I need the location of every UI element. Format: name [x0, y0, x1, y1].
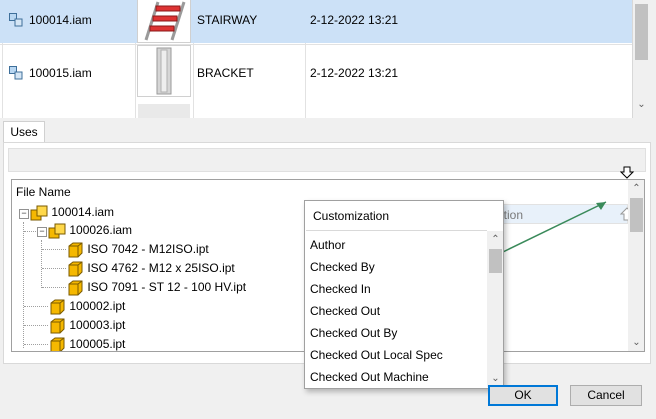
scrollbar-thumb[interactable] [635, 4, 648, 60]
tree-connector [42, 268, 66, 269]
result-description: STAIRWAY [197, 13, 258, 27]
scrollbar-thumb[interactable] [489, 249, 502, 273]
result-filename: 100015.iam [29, 66, 92, 80]
tree-item[interactable]: 100002.ipt [48, 297, 125, 315]
tree-connector [24, 306, 48, 307]
results-grid: 100014.iam STAIRWAY 2-12-2022 13:21 1000… [0, 0, 633, 118]
assembly-icon [9, 66, 23, 80]
customization-title: Customization [313, 209, 390, 223]
grid-row-divider [0, 44, 632, 45]
scroll-up-arrow-icon[interactable]: ⌃ [628, 180, 645, 197]
tree-item-label: 100002.ipt [69, 299, 126, 313]
customization-field-list: Author Checked By Checked In Checked Out… [306, 230, 487, 388]
scroll-down-arrow-icon[interactable]: ⌄ [633, 96, 650, 113]
tree-item[interactable]: 100014.iam [30, 203, 114, 221]
tree-item[interactable]: ISO 7091 - ST 12 - 100 HV.ipt [66, 278, 246, 296]
collapse-toggle[interactable]: − [19, 209, 29, 219]
field-author[interactable]: Author [310, 238, 345, 252]
tree-item-label: 100005.ipt [69, 337, 126, 351]
tab-uses[interactable]: Uses [3, 121, 45, 143]
tree-connector [42, 249, 66, 250]
ok-button[interactable]: OK [488, 385, 558, 406]
collapse-toggle[interactable]: − [37, 227, 47, 237]
part-icon [68, 242, 83, 258]
tree-item-label: 100026.iam [69, 223, 133, 237]
tree-connector [24, 231, 36, 232]
cancel-button-label: Cancel [587, 388, 625, 402]
next-thumbnail-partial [138, 104, 190, 118]
customization-dialog: Customization Author Checked By Checked … [304, 200, 504, 389]
tree-item[interactable]: 100003.ipt [48, 316, 125, 334]
tree-item-label: 100014.iam [51, 205, 115, 219]
tab-uses-label: Uses [10, 125, 38, 139]
customization-scrollbar[interactable]: ⌃ ⌄ [487, 231, 503, 387]
field-checked-out-machine[interactable]: Checked Out Machine [310, 370, 429, 384]
results-scrollbar[interactable]: ⌄ [633, 0, 650, 117]
assembly-icon [9, 13, 23, 27]
ok-button-label: OK [514, 388, 532, 402]
field-checked-by[interactable]: Checked By [310, 260, 375, 274]
field-checked-out-local-spec[interactable]: Checked Out Local Spec [310, 348, 443, 362]
field-checked-out-by[interactable]: Checked Out By [310, 326, 397, 340]
scrollbar-thumb[interactable] [630, 198, 643, 232]
result-date: 2-12-2022 13:21 [310, 13, 399, 27]
scroll-down-arrow-icon[interactable]: ⌄ [628, 334, 645, 351]
field-checked-out[interactable]: Checked Out [310, 304, 380, 318]
result-description: BRACKET [197, 66, 254, 80]
tree-item[interactable]: ISO 4762 - M12 x 25ISO.ipt [66, 259, 235, 277]
field-checked-in[interactable]: Checked In [310, 282, 371, 296]
tree-item-label: 100003.ipt [69, 318, 126, 332]
tree-connector [24, 325, 48, 326]
tree-item[interactable]: 100005.ipt [48, 335, 126, 351]
tree-scrollbar[interactable]: ⌃ ⌄ [628, 180, 644, 351]
tree-connector [24, 344, 48, 345]
part-icon [50, 299, 65, 315]
tree-item[interactable]: 100026.iam [48, 221, 132, 239]
tree-connector [41, 240, 42, 288]
part-icon [50, 337, 65, 351]
stairway-thumbnail [137, 0, 191, 43]
tree-connector [42, 287, 66, 288]
bracket-thumbnail [137, 45, 191, 97]
assembly-icon [30, 205, 48, 221]
result-filename: 100014.iam [29, 13, 92, 27]
cancel-button[interactable]: Cancel [570, 385, 642, 406]
part-icon [68, 261, 83, 277]
tree-item-label: ISO 7091 - ST 12 - 100 HV.ipt [87, 280, 247, 294]
column-header-file-name[interactable]: File Name [16, 185, 71, 199]
uses-toolbar [8, 148, 646, 172]
tree-item[interactable]: ISO 7042 - M12ISO.ipt [66, 240, 209, 258]
scroll-up-arrow-icon[interactable]: ⌃ [487, 231, 504, 248]
part-icon [68, 280, 83, 296]
tree-item-label: ISO 7042 - M12ISO.ipt [87, 242, 209, 256]
assembly-icon [48, 223, 66, 239]
result-date: 2-12-2022 13:21 [310, 66, 399, 80]
result-row-100014[interactable]: 100014.iam STAIRWAY 2-12-2022 13:21 [0, 0, 632, 43]
column-chooser-down-arrow-icon[interactable] [620, 166, 634, 180]
tree-connector [23, 222, 24, 348]
result-row-100015[interactable]: 100015.iam BRACKET 2-12-2022 13:21 [0, 45, 632, 97]
tree-item-label: ISO 4762 - M12 x 25ISO.ipt [87, 261, 235, 275]
part-icon [50, 318, 65, 334]
